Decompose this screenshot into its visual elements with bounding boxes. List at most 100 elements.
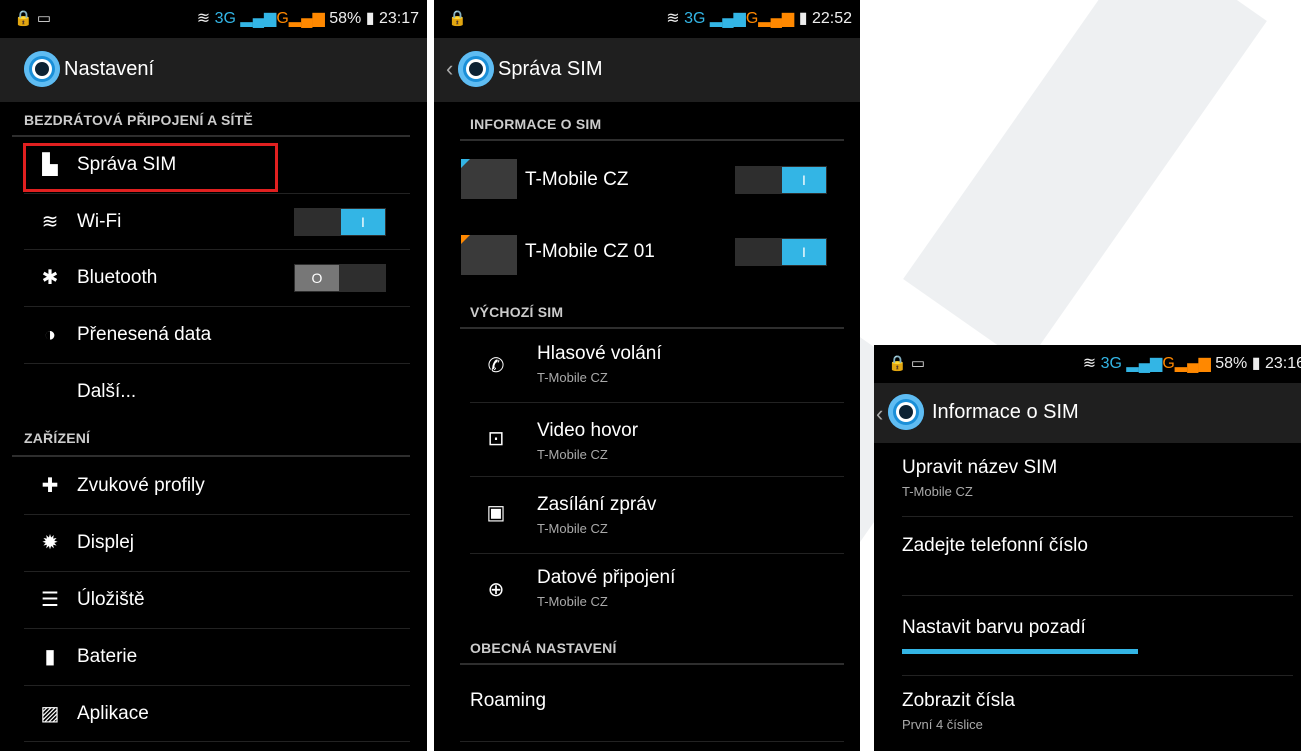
edit-sim-name[interactable]: Upravit název SIM T-Mobile CZ <box>874 443 1301 517</box>
settings-item-battery[interactable]: ▮ Baterie <box>0 629 427 684</box>
signal-icon-2: G▂▄▆ <box>745 10 795 27</box>
divider <box>460 741 844 742</box>
item-sub: T-Mobile CZ <box>537 594 608 609</box>
sim-toggle[interactable]: I <box>735 166 827 194</box>
set-background-color[interactable]: Nastavit barvu pozadí <box>874 596 1301 674</box>
section-header-device: ZAŘÍZENÍ <box>24 430 91 446</box>
data-usage-icon: ◑ <box>43 324 57 346</box>
message-icon: ▣ <box>486 502 506 524</box>
toggle-knob: I <box>341 209 385 235</box>
sim-toggle[interactable]: I <box>735 238 827 266</box>
signal-icon: ▂▄▆ <box>1126 355 1163 372</box>
battery-icon: ▮ <box>44 646 56 668</box>
item-label: Zvukové profily <box>77 475 205 496</box>
network-type: 3G <box>684 10 706 27</box>
item-sub: První 4 číslice <box>902 717 983 732</box>
status-left-icons: 🔒 <box>448 10 467 27</box>
default-voice-call[interactable]: ✆ Hlasové volání T-Mobile CZ <box>434 330 860 402</box>
item-label: Nastavit barvu pozadí <box>902 617 1086 638</box>
sim-card-row[interactable]: T-Mobile CZ 01 I <box>434 217 860 293</box>
page-title: Informace o SIM <box>932 401 1079 423</box>
page-title: Správa SIM <box>498 58 603 80</box>
status-bar: 🔒 ▭ ≋ 3G ▂▄▆G▂▄▆ 58% ▮ 23:16 <box>874 345 1301 383</box>
screen-sim-info: 🔒 ▭ ≋ 3G ▂▄▆G▂▄▆ 58% ▮ 23:16 ‹ Informace… <box>874 345 1301 751</box>
settings-item-apps[interactable]: ▨ Aplikace <box>0 686 427 741</box>
back-chevron-icon[interactable]: ‹ <box>446 56 453 82</box>
status-right: ≋ 3G ▂▄▆G▂▄▆ 58% ▮ 23:16 <box>1083 353 1301 373</box>
wifi-toggle[interactable]: I <box>294 208 386 236</box>
back-chevron-icon[interactable]: ‹ <box>876 401 883 427</box>
clock: 23:17 <box>378 10 419 27</box>
status-left-icons: 🔒 ▭ <box>14 10 52 27</box>
settings-gear-icon[interactable] <box>458 51 494 87</box>
sound-icon: ✚ <box>41 475 59 497</box>
toggle-knob: O <box>295 265 339 291</box>
item-label: Zadejte telefonní číslo <box>902 535 1088 556</box>
item-label: Displej <box>77 532 135 553</box>
page-title: Nastavení <box>64 58 155 80</box>
status-bar: 🔒 ▭ ≋ 3G ▂▄▆G▂▄▆ 58% ▮ 23:17 <box>0 0 427 38</box>
section-header-wireless: BEZDRÁTOVÁ PŘIPOJENÍ A SÍTĚ <box>24 112 253 128</box>
item-label: Roaming <box>470 690 547 711</box>
enter-phone-number[interactable]: Zadejte telefonní číslo <box>874 517 1301 595</box>
sim-color-corner <box>461 235 470 244</box>
settings-item-sound[interactable]: ✚ Zvukové profily <box>0 458 427 513</box>
sim-card-row[interactable]: T-Mobile CZ I <box>434 141 860 217</box>
settings-gear-icon[interactable] <box>888 394 924 430</box>
item-label: Wi-Fi <box>77 211 122 232</box>
screen-settings: 🔒 ▭ ≋ 3G ▂▄▆G▂▄▆ 58% ▮ 23:17 Nastavení B… <box>0 0 427 751</box>
item-label: Další... <box>77 381 137 402</box>
globe-icon: ⊕ <box>487 579 505 601</box>
signal-icon: ▂▄▆ <box>240 10 277 27</box>
default-video-call[interactable]: ⊡ Video hovor T-Mobile CZ <box>434 403 860 475</box>
wifi-icon: ≋ <box>41 211 59 233</box>
settings-item-bluetooth[interactable]: ✱ Bluetooth O <box>0 250 427 305</box>
item-sub: T-Mobile CZ <box>902 484 973 499</box>
display-icon: ✹ <box>41 532 59 554</box>
sim-color-thumbnail <box>461 159 517 199</box>
sim-name: T-Mobile CZ 01 <box>525 241 655 262</box>
network-type: 3G <box>214 10 236 27</box>
status-bar: 🔒 ≋ 3G ▂▄▆G▂▄▆ ▮ 22:52 <box>434 0 860 38</box>
battery-icon: ▮ <box>1251 355 1261 372</box>
color-bar <box>902 649 1138 654</box>
bluetooth-icon: ✱ <box>41 267 59 289</box>
item-sub: T-Mobile CZ <box>537 447 608 462</box>
divider <box>24 741 410 742</box>
section-header-sim-info: INFORMACE O SIM <box>470 116 602 132</box>
settings-item-data-usage[interactable]: ◑ Přenesená data <box>0 307 427 362</box>
settings-item-wifi[interactable]: ≋ Wi-Fi I <box>0 194 427 249</box>
wifi-status-icon: ≋ <box>1082 355 1097 372</box>
item-label: Přenesená data <box>77 324 212 345</box>
settings-item-storage[interactable]: ☰ Úložiště <box>0 572 427 627</box>
sim-color-corner <box>461 159 470 168</box>
item-label: Bluetooth <box>77 267 158 288</box>
roaming-item[interactable]: Roaming <box>434 665 860 741</box>
show-numbers[interactable]: Zobrazit čísla První 4 číslice <box>874 676 1301 751</box>
settings-item-display[interactable]: ✹ Displej <box>0 515 427 570</box>
action-bar: ‹ Informace o SIM <box>874 383 1301 443</box>
divider <box>12 455 410 457</box>
screen-sim-management: 🔒 ≋ 3G ▂▄▆G▂▄▆ ▮ 22:52 ‹ Správa SIM INFO… <box>434 0 860 751</box>
item-label: Úložiště <box>77 589 145 610</box>
clock: 22:52 <box>811 10 852 27</box>
default-data-connection[interactable]: ⊕ Datové připojení T-Mobile CZ <box>434 554 860 630</box>
bluetooth-toggle[interactable]: O <box>294 264 386 292</box>
section-header-default-sim: VÝCHOZÍ SIM <box>470 304 564 320</box>
sim-color-thumbnail <box>461 235 517 275</box>
divider <box>460 327 844 329</box>
network-type: 3G <box>1100 355 1122 372</box>
status-right: ≋ 3G ▂▄▆G▂▄▆ 58% ▮ 23:17 <box>197 8 419 28</box>
item-label: Video hovor <box>537 420 639 441</box>
item-label: Zasílání zpráv <box>537 494 657 515</box>
wifi-status-icon: ≋ <box>666 10 680 27</box>
battery-icon: ▮ <box>365 10 375 27</box>
toggle-knob: I <box>782 239 826 265</box>
settings-gear-icon[interactable] <box>24 51 60 87</box>
item-label: Aplikace <box>77 703 149 724</box>
highlight-box <box>23 143 278 192</box>
section-header-general: OBECNÁ NASTAVENÍ <box>470 640 617 656</box>
settings-item-more[interactable]: Další... <box>0 364 427 419</box>
item-label: Hlasové volání <box>537 343 662 364</box>
default-messaging[interactable]: ▣ Zasílání zpráv T-Mobile CZ <box>434 477 860 553</box>
